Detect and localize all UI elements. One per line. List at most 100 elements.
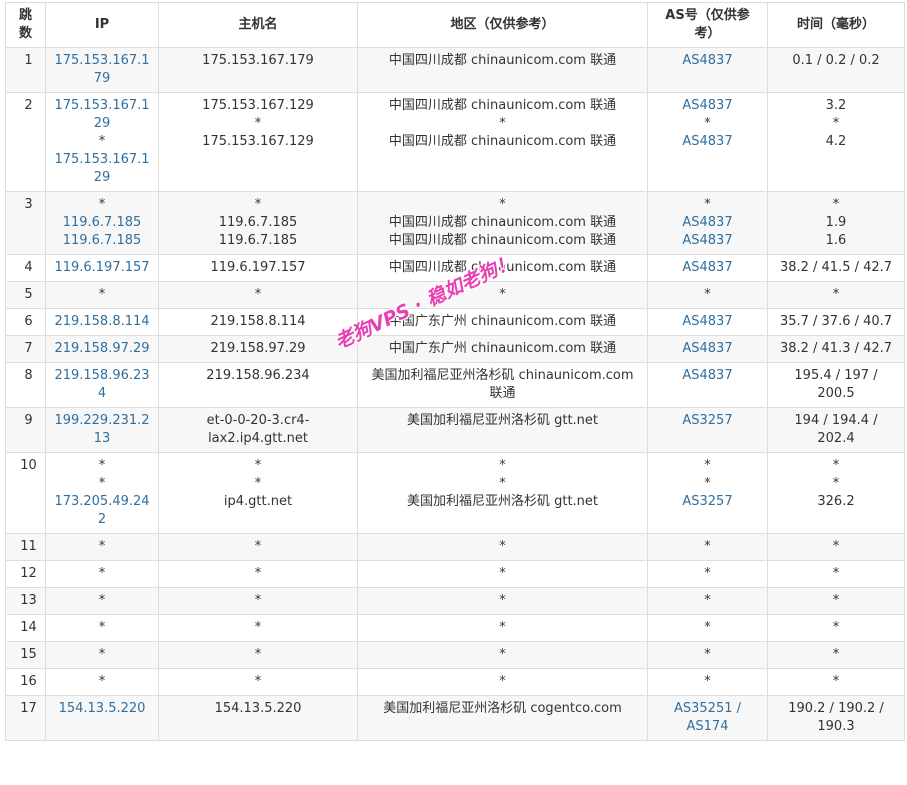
ip-cell: 199.229.231.213	[45, 407, 159, 453]
ip-cell: * * 173.205.49.242	[45, 452, 159, 534]
timeout-marker: *	[704, 476, 711, 491]
region-cell: *	[357, 587, 648, 615]
timeout-marker: *	[499, 566, 506, 581]
ip-cell: *	[45, 614, 159, 642]
timeout-marker: *	[254, 620, 262, 635]
hostname-cell: 175.153.167.129 * 175.153.167.129	[158, 92, 358, 192]
table-body: 1 175.153.167.179 175.153.167.179 中国四川成都 ch…	[5, 47, 905, 741]
time-cell: 195.4 / 197 / 200.5	[767, 362, 905, 408]
ip-link[interactable]: 175.153.167.129	[52, 151, 152, 187]
hop-cell: 14	[5, 614, 46, 642]
as-link[interactable]: AS35251 / AS174	[654, 700, 761, 736]
header-hop-line: 数	[18, 26, 32, 41]
hostname-cell: 219.158.8.114	[158, 308, 358, 336]
hop-cell: 13	[5, 587, 46, 615]
region-cell: *	[357, 641, 648, 669]
as-link[interactable]: AS4837	[654, 133, 761, 151]
time-cell-text: 190.2 / 190.2 / 190.3	[788, 701, 884, 734]
timeout-marker: *	[98, 539, 106, 554]
time-cell-text: 195.4 / 197 / 200.5	[794, 368, 878, 401]
timeout-marker: *	[832, 674, 840, 689]
region-cell-text: 美国加利福尼亚州洛杉矶 gtt.net	[406, 413, 599, 428]
ip-link[interactable]: 219.158.8.114	[52, 313, 152, 331]
as-link[interactable]: AS3257	[654, 493, 761, 511]
table-row: 16 * * * * *	[5, 668, 905, 696]
as-link[interactable]: AS3257	[654, 412, 761, 430]
hop-cell: 11	[5, 533, 46, 561]
as-link[interactable]: AS4837	[654, 232, 761, 250]
region-cell: 中国广东广州 chinaunicom.com 联通	[357, 335, 648, 363]
as-link[interactable]: AS4837	[654, 214, 761, 232]
timeout-marker: *	[499, 476, 506, 491]
as-link[interactable]: AS4837	[654, 313, 761, 331]
region-cell: *	[357, 281, 648, 309]
region-cell-text: 中国广东广州 chinaunicom.com 联通	[388, 341, 617, 356]
ip-link[interactable]: 119.6.7.185	[52, 232, 152, 250]
as-link[interactable]: AS4837	[654, 367, 761, 385]
ip-link[interactable]: 154.13.5.220	[52, 700, 152, 718]
as-link[interactable]: AS4837	[654, 340, 761, 358]
region-cell: * * 美国加利福尼亚州洛杉矶 gtt.net	[357, 452, 648, 534]
table-row: 2 175.153.167.129 * 175.153.167.129 175.153.…	[5, 92, 905, 192]
table-row: 6 219.158.8.114 219.158.8.114 中国广东广州 chinau…	[5, 308, 905, 336]
ip-link[interactable]: 119.6.197.157	[52, 259, 152, 277]
timeout-marker: *	[98, 287, 106, 302]
ip-link[interactable]: 219.158.97.29	[52, 340, 152, 358]
as-link[interactable]: AS4837	[654, 97, 761, 115]
hostname-cell: * * ip4.gtt.net	[158, 452, 358, 534]
region-cell: *	[357, 533, 648, 561]
timeout-marker: *	[254, 476, 262, 491]
ip-link[interactable]: 119.6.7.185	[52, 214, 152, 232]
timeout-marker: *	[499, 647, 506, 662]
ip-cell: *	[45, 587, 159, 615]
region-cell: 美国加利福尼亚州洛杉矶 cogentco.com	[357, 695, 648, 741]
timeout-marker: *	[499, 197, 506, 212]
hostname-cell: et-0-0-20-3.cr4-lax2.ip4.gtt.net	[158, 407, 358, 453]
hostname-cell-text: 154.13.5.220	[214, 701, 302, 716]
region-cell-text: 中国四川成都 chinaunicom.com 联通	[388, 53, 617, 68]
region-cell: 美国加利福尼亚州洛杉矶 gtt.net	[357, 407, 648, 453]
timeout-marker: *	[98, 593, 106, 608]
ip-link[interactable]: 199.229.231.213	[52, 412, 152, 448]
hop-cell: 6	[5, 308, 46, 336]
timeout-marker: *	[499, 539, 506, 554]
as-link[interactable]: AS4837	[654, 52, 761, 70]
timeout-marker: *	[499, 458, 506, 473]
ip-link[interactable]: 175.153.167.179	[52, 52, 152, 88]
header-as: AS号（仅供参 考）	[647, 2, 768, 48]
timeout-marker: *	[704, 674, 711, 689]
timeout-marker: *	[832, 620, 840, 635]
as-cell: * AS4837 AS4837	[647, 191, 768, 255]
hostname-cell-text: 119.6.7.185	[218, 233, 298, 248]
time-cell-text: 38.2 / 41.3 / 42.7	[779, 341, 893, 356]
table-row: 3 * 119.6.7.185 119.6.7.185 * 119.6.7.185 119.…	[5, 191, 905, 255]
header-ip: IP	[45, 2, 159, 48]
hostname-cell-text: et-0-0-20-3.cr4-lax2.ip4.gtt.net	[206, 413, 310, 446]
ip-link[interactable]: 175.153.167.129	[52, 97, 152, 133]
region-cell: * 中国四川成都 chinaunicom.com 联通 中国四川成都 chinaun…	[357, 191, 648, 255]
region-cell-text: 中国四川成都 chinaunicom.com 联通	[388, 98, 617, 113]
time-cell-text: 35.7 / 37.6 / 40.7	[779, 314, 893, 329]
timeout-marker: *	[704, 116, 711, 131]
time-cell-text: 3.2	[825, 98, 847, 113]
ip-cell: 219.158.97.29	[45, 335, 159, 363]
timeout-marker: *	[499, 593, 506, 608]
ip-link[interactable]: 219.158.96.234	[52, 367, 152, 403]
timeout-marker: *	[254, 116, 262, 131]
as-cell: *	[647, 281, 768, 309]
hostname-cell: * 119.6.7.185 119.6.7.185	[158, 191, 358, 255]
ip-cell: *	[45, 560, 159, 588]
time-cell-text: 4.2	[825, 134, 847, 149]
timeout-marker: *	[98, 620, 106, 635]
timeout-marker: *	[254, 593, 262, 608]
timeout-marker: *	[832, 116, 840, 131]
as-cell: AS4837 * AS4837	[647, 92, 768, 192]
timeout-marker: *	[832, 539, 840, 554]
header-as-line: 考）	[694, 26, 721, 41]
as-link[interactable]: AS4837	[654, 259, 761, 277]
ip-link[interactable]: 173.205.49.242	[52, 493, 152, 529]
table-row: 14 * * * * *	[5, 614, 905, 642]
table-row: 4 119.6.197.157 119.6.197.157 中国四川成都 chinau…	[5, 254, 905, 282]
as-cell: AS4837	[647, 308, 768, 336]
timeout-marker: *	[832, 566, 840, 581]
